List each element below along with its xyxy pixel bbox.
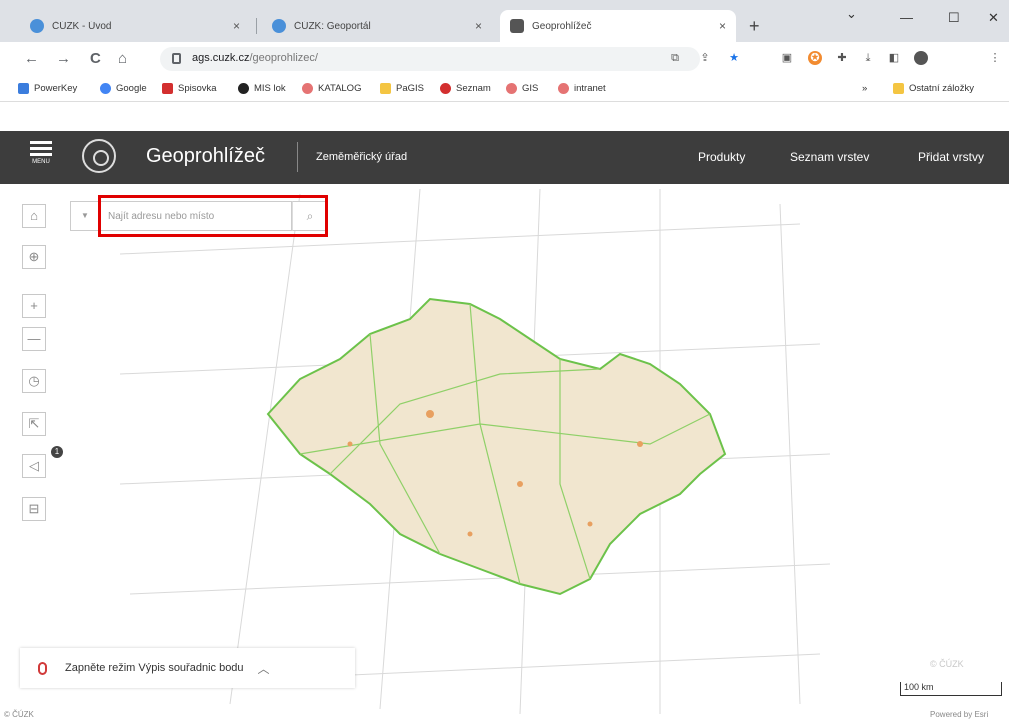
- other-bookmarks[interactable]: Ostatní záložky: [893, 83, 974, 94]
- bookmarks-overflow-button[interactable]: »: [862, 83, 867, 94]
- search-widget: ▼ ⌕: [70, 201, 328, 232]
- forward-button[interactable]: →: [56, 50, 71, 67]
- extension-icon[interactable]: ✪: [808, 51, 822, 65]
- spisovka-icon: [162, 83, 173, 94]
- map-watermark: © ČÚZK: [930, 659, 964, 669]
- tab-separator: [256, 18, 257, 34]
- coordinate-mode-label: Zapněte režim Výpis souřadnic bodu: [65, 662, 244, 674]
- tab-label: ČÚZK: Geoportál: [294, 20, 371, 32]
- maximize-button[interactable]: ☐: [948, 10, 960, 26]
- puzzle-extensions-icon[interactable]: ✚: [835, 51, 849, 65]
- map-canvas: [119, 188, 831, 715]
- tab-label: Geoprohlížeč: [532, 20, 592, 32]
- folder-icon: [380, 83, 391, 94]
- scale-bar: 100 km: [900, 682, 1002, 696]
- menu-button[interactable]: MENU: [30, 141, 52, 173]
- browser-menu-icon[interactable]: ⋮: [988, 51, 1002, 65]
- folder-icon: [893, 83, 904, 94]
- cuzk-icon: [302, 83, 313, 94]
- app-favicon-icon: [510, 19, 524, 33]
- minimize-button[interactable]: —: [900, 10, 913, 25]
- address-bar-row: ← → C ⌂ ags.cuzk.cz/geoprohlizec/ ⧉ ⇪ ★ …: [0, 42, 1009, 76]
- back-button[interactable]: ←: [24, 50, 39, 67]
- app-title: Geoprohlížeč: [146, 145, 265, 167]
- bookmark-gis[interactable]: GIS: [506, 83, 538, 94]
- bookmark-pagis[interactable]: PaGIS: [380, 83, 424, 94]
- nav-pridat-vrstvy[interactable]: Přidat vrstvy: [918, 150, 984, 164]
- download-icon[interactable]: ⤓: [861, 51, 875, 65]
- home-icon[interactable]: ⌂: [22, 204, 46, 228]
- zoom-in-icon[interactable]: +: [22, 294, 46, 318]
- coordinate-mode-panel[interactable]: Zapněte režim Výpis souřadnic bodu ︿: [20, 648, 355, 688]
- app-header: MENU Geoprohlížeč Zeměměřický úřad Produ…: [0, 131, 1009, 184]
- czech-republic-map: [266, 297, 727, 596]
- search-icon[interactable]: ⌕: [292, 201, 328, 231]
- close-window-button[interactable]: ✕: [988, 10, 999, 26]
- reload-button[interactable]: C: [90, 50, 101, 67]
- tab-label: ČÚZK - Úvod: [52, 20, 112, 32]
- cuzk-logo-icon: [82, 139, 116, 173]
- nav-seznam-vrstev[interactable]: Seznam vrstev: [790, 150, 869, 164]
- nav-produkty[interactable]: Produkty: [698, 150, 745, 164]
- cuzk-icon: [506, 83, 517, 94]
- menu-label: MENU: [32, 159, 50, 165]
- search-input[interactable]: [100, 201, 292, 231]
- map-copyright: © ČÚZK: [4, 710, 34, 719]
- powered-by-esri[interactable]: Powered by Esri: [930, 710, 988, 719]
- bookmark-intranet[interactable]: intranet: [558, 83, 606, 94]
- home-button[interactable]: ⌂: [118, 50, 127, 67]
- announcement-icon[interactable]: ◁: [22, 454, 46, 478]
- cuzk-icon: [558, 83, 569, 94]
- mouse-icon: [38, 661, 47, 675]
- side-panel-icon[interactable]: ◧: [887, 51, 901, 65]
- new-tab-button[interactable]: +: [749, 16, 760, 37]
- lock-icon: [172, 53, 181, 64]
- star-bookmark-icon[interactable]: ★: [727, 51, 741, 65]
- bookmark-katalog[interactable]: KATALOG: [302, 83, 361, 94]
- share-icon[interactable]: ⇱: [22, 412, 46, 436]
- close-tab-icon[interactable]: ×: [233, 19, 240, 33]
- cast-icon[interactable]: ⧉: [668, 51, 682, 65]
- print-icon[interactable]: ⊟: [22, 497, 46, 521]
- bookmarks-bar: PowerKey Google Spisovka MIS lok KATALOG…: [0, 76, 1009, 102]
- tab-search-button[interactable]: ⌄: [846, 6, 857, 22]
- agency-name: Zeměměřický úřad: [316, 151, 408, 163]
- close-tab-icon[interactable]: ×: [475, 19, 482, 33]
- seznam-icon: [440, 83, 451, 94]
- browser-tab-cuzk-geoportal[interactable]: ČÚZK: Geoportál ×: [262, 10, 492, 42]
- powerkey-icon: [18, 83, 29, 94]
- browser-tab-cuzk-uvod[interactable]: ČÚZK - Úvod ×: [20, 10, 250, 42]
- globe-icon: [272, 19, 286, 33]
- browser-tab-bar: ČÚZK - Úvod × ČÚZK: Geoportál × Geoprohl…: [0, 0, 1009, 42]
- omnibox[interactable]: ags.cuzk.cz/geoprohlizec/: [160, 47, 700, 71]
- search-source-dropdown[interactable]: ▼: [70, 201, 100, 231]
- bookmark-spisovka[interactable]: Spisovka: [162, 83, 217, 94]
- zoom-out-icon[interactable]: —: [22, 327, 46, 351]
- globe-icon: [30, 19, 44, 33]
- bookmark-seznam[interactable]: Seznam: [440, 83, 491, 94]
- notification-badge: 1: [51, 446, 63, 458]
- hamburger-icon: [30, 141, 52, 144]
- chevron-up-icon[interactable]: ︿: [258, 660, 270, 677]
- profile-avatar-icon[interactable]: [914, 51, 928, 65]
- google-icon: [100, 83, 111, 94]
- url-text: ags.cuzk.cz/geoprohlizec/: [192, 52, 318, 64]
- power-icon[interactable]: ◷: [22, 369, 46, 393]
- bookmark-google[interactable]: Google: [100, 83, 147, 94]
- mis-lok-icon: [238, 83, 249, 94]
- bookmark-powerkey[interactable]: PowerKey: [18, 83, 77, 94]
- map-view[interactable]: ⌂ ⊕ + — ◷ ⇱ ◁ 1 ⊟ ▼ ⌕ Zapněte režim Výpi…: [0, 184, 1009, 723]
- locate-icon[interactable]: ⊕: [22, 245, 46, 269]
- close-tab-icon[interactable]: ×: [719, 19, 726, 33]
- bookmark-mis-lok[interactable]: MIS lok: [238, 83, 286, 94]
- browser-tab-geoprohlizec[interactable]: Geoprohlížeč ×: [500, 10, 736, 42]
- share-page-icon[interactable]: ⇪: [698, 51, 712, 65]
- header-divider: [297, 142, 298, 172]
- extension-icon[interactable]: ▣: [780, 51, 794, 65]
